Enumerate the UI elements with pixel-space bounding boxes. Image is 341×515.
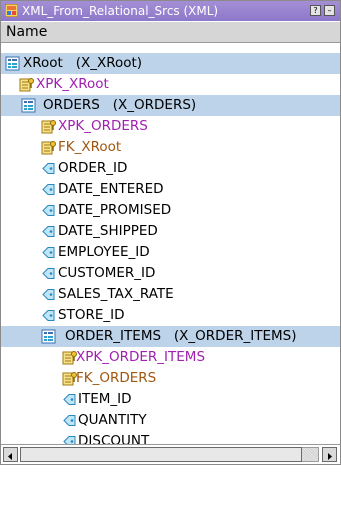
primary-key-icon — [19, 78, 34, 92]
tree-node-label: ORDER_ITEMS (X_ORDER_ITEMS) — [65, 328, 297, 344]
tree-node-label: FK_ORDERS — [76, 370, 157, 386]
scroll-thumb[interactable] — [20, 447, 302, 462]
attribute-tag-icon — [42, 268, 55, 279]
tree-node-date-promised[interactable]: DATE_PROMISED — [1, 200, 340, 221]
tree-node-label: CUSTOMER_ID — [58, 265, 156, 281]
minimize-button[interactable]: – — [324, 5, 335, 16]
title-bar[interactable]: XML_From_Relational_Srcs (XML) ? – — [1, 1, 340, 21]
tree-node-xroot[interactable]: XRoot (X_XRoot) — [1, 53, 340, 74]
attribute-tag-icon — [42, 289, 55, 300]
tree-node-label: DATE_SHIPPED — [58, 223, 158, 239]
tree-node-item-id[interactable]: ITEM_ID — [1, 389, 340, 410]
tree-node-sales-tax-rate[interactable]: SALES_TAX_RATE — [1, 284, 340, 305]
tree-node-fk-xroot[interactable]: FK_XRoot — [1, 137, 340, 158]
attribute-tag-icon — [42, 226, 55, 237]
tree-node-order-items[interactable]: ORDER_ITEMS (X_ORDER_ITEMS) — [1, 326, 340, 347]
primary-key-icon — [41, 120, 56, 134]
group-node-icon — [5, 56, 20, 71]
scroll-right-button[interactable] — [322, 447, 337, 462]
arrow-right-icon — [328, 453, 332, 460]
column-header-label: Name — [6, 24, 48, 40]
attribute-tag-icon — [42, 163, 55, 174]
help-button[interactable]: ? — [310, 5, 321, 16]
tree-node-label: EMPLOYEE_ID — [58, 244, 150, 260]
tree-node-employee-id[interactable]: EMPLOYEE_ID — [1, 242, 340, 263]
attribute-tag-icon — [42, 247, 55, 258]
foreign-key-icon — [41, 141, 56, 155]
window-title: XML_From_Relational_Srcs (XML) — [22, 4, 219, 18]
arrow-left-icon — [8, 453, 12, 460]
tree-node-customer-id[interactable]: CUSTOMER_ID — [1, 263, 340, 284]
attribute-tag-icon — [42, 310, 55, 321]
attribute-tag-icon — [42, 184, 55, 195]
scroll-left-button[interactable] — [3, 447, 18, 462]
tree-node-quantity[interactable]: QUANTITY — [1, 410, 340, 431]
tree-node-label: XPK_ORDER_ITEMS — [76, 349, 206, 365]
tree-node-label: FK_XRoot — [58, 139, 122, 155]
tree-node-label: DATE_ENTERED — [58, 181, 164, 197]
attribute-tag-icon — [63, 415, 76, 426]
tree-node-xpk-xroot[interactable]: XPK_XRoot — [1, 74, 340, 95]
tree-node-label: ORDERS (X_ORDERS) — [43, 97, 197, 113]
primary-key-icon — [62, 351, 77, 365]
tree-node-xpk-orders[interactable]: XPK_ORDERS — [1, 116, 340, 137]
tree-node-store-id[interactable]: STORE_ID — [1, 305, 340, 326]
xml-view-window: XML_From_Relational_Srcs (XML) ? – Name … — [0, 0, 341, 465]
tree-node-fk-orders[interactable]: FK_ORDERS — [1, 368, 340, 389]
tree-node-label: XPK_ORDERS — [58, 118, 148, 134]
tree-node-label: STORE_ID — [58, 307, 125, 323]
tree-node-xpk-order-items[interactable]: XPK_ORDER_ITEMS — [1, 347, 340, 368]
tree-node-label: XRoot (X_XRoot) — [23, 55, 143, 71]
column-header-name[interactable]: Name — [1, 21, 340, 43]
tree-node-date-entered[interactable]: DATE_ENTERED — [1, 179, 340, 200]
group-node-icon — [21, 98, 36, 113]
foreign-key-icon — [62, 372, 77, 386]
tree-node-orders[interactable]: ORDERS (X_ORDERS) — [1, 95, 340, 116]
tree-node-label: DATE_PROMISED — [58, 202, 172, 218]
attribute-tag-icon — [63, 394, 76, 405]
attribute-tag-icon — [42, 205, 55, 216]
tree-node-label: XPK_XRoot — [36, 76, 109, 92]
xml-source-icon — [5, 4, 18, 17]
tree-node-order-id[interactable]: ORDER_ID — [1, 158, 340, 179]
tree-node-label: ITEM_ID — [78, 391, 132, 407]
horizontal-scrollbar[interactable] — [1, 444, 340, 464]
group-node-icon — [41, 329, 56, 344]
tree-node-label: SALES_TAX_RATE — [58, 286, 174, 302]
tree-node-label: ORDER_ID — [58, 160, 128, 176]
tree-node-date-shipped[interactable]: DATE_SHIPPED — [1, 221, 340, 242]
tree-node-label: QUANTITY — [78, 412, 147, 428]
